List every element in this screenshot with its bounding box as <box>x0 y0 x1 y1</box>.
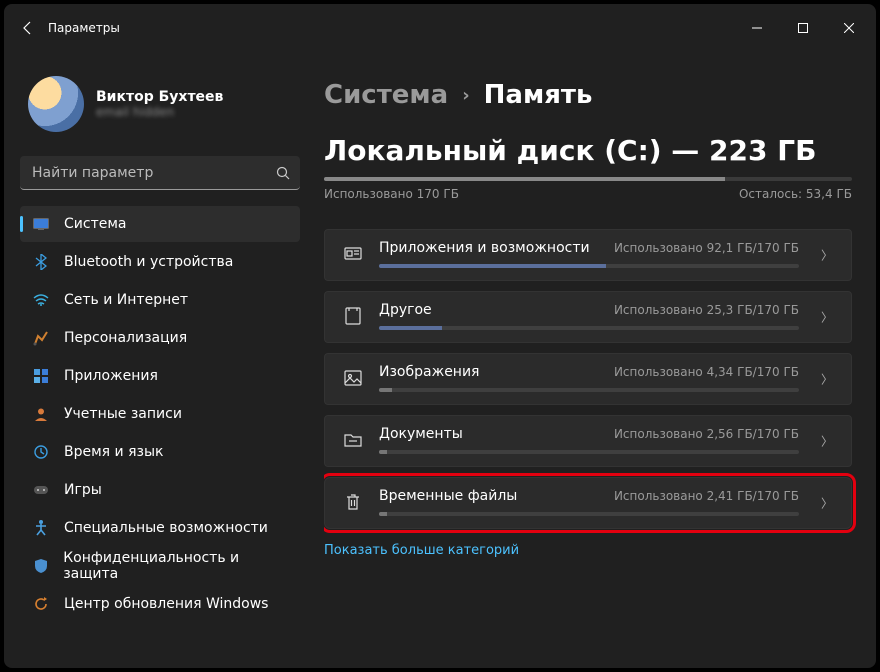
category-list: Приложения и возможности Использовано 92,… <box>324 229 852 529</box>
breadcrumb-current: Память <box>484 80 593 110</box>
disk-free-label: Осталось: 53,4 ГБ <box>739 187 852 201</box>
nav-item-personalization[interactable]: Персонализация <box>20 320 300 356</box>
category-usage: Использовано 92,1 ГБ/170 ГБ <box>614 241 799 255</box>
nav-item-label: Конфиденциальность и защита <box>63 550 288 582</box>
nav-item-label: Система <box>64 216 126 232</box>
other-icon <box>343 306 363 326</box>
minimize-button[interactable] <box>734 12 780 44</box>
nav-item-label: Игры <box>64 482 102 498</box>
nav-item-time[interactable]: Время и язык <box>20 434 300 470</box>
update-icon <box>32 595 50 613</box>
breadcrumb: Система › Память <box>324 80 852 110</box>
category-usage: Использовано 4,34 ГБ/170 ГБ <box>614 365 799 379</box>
user-name: Виктор Бухтеев <box>96 89 223 105</box>
category-bar <box>379 450 799 454</box>
bluetooth-icon <box>32 253 50 271</box>
chevron-right-icon: › <box>462 85 469 106</box>
breadcrumb-parent[interactable]: Система <box>324 80 448 110</box>
chevron-right-icon: 〉 <box>821 495 833 512</box>
window-title: Параметры <box>48 21 120 35</box>
category-usage: Использовано 25,3 ГБ/170 ГБ <box>614 303 799 317</box>
temp-icon <box>343 492 363 512</box>
disk-meta: Использовано 170 ГБ Осталось: 53,4 ГБ <box>324 187 852 201</box>
category-bar <box>379 326 799 330</box>
privacy-icon <box>32 557 49 575</box>
category-name: Другое <box>379 302 432 318</box>
nav-item-label: Специальные возможности <box>64 520 268 536</box>
images-icon <box>343 368 363 388</box>
category-images[interactable]: Изображения Использовано 4,34 ГБ/170 ГБ 〉 <box>324 353 852 405</box>
window-controls <box>734 12 872 44</box>
time-icon <box>32 443 50 461</box>
nav-item-label: Учетные записи <box>64 406 182 422</box>
category-apps-features[interactable]: Приложения и возможности Использовано 92,… <box>324 229 852 281</box>
category-temp[interactable]: Временные файлы Использовано 2,41 ГБ/170 … <box>324 477 852 529</box>
chevron-right-icon: 〉 <box>821 247 833 264</box>
nav-item-accounts[interactable]: Учетные записи <box>20 396 300 432</box>
search-input[interactable] <box>20 156 300 190</box>
disk-usage-fill <box>324 177 725 181</box>
nav-item-bluetooth[interactable]: Bluetooth и устройства <box>20 244 300 280</box>
nav-item-label: Персонализация <box>64 330 187 346</box>
sidebar: Виктор Бухтеев email hidden Система Bluet… <box>12 52 300 660</box>
category-other[interactable]: Другое Использовано 25,3 ГБ/170 ГБ 〉 <box>324 291 852 343</box>
close-button[interactable] <box>826 12 872 44</box>
category-bar <box>379 388 799 392</box>
nav-item-update[interactable]: Центр обновления Windows <box>20 586 300 622</box>
personalization-icon <box>32 329 50 347</box>
avatar <box>28 76 84 132</box>
show-more-link[interactable]: Показать больше категорий <box>324 543 519 558</box>
chevron-right-icon: 〉 <box>821 433 833 450</box>
nav-item-privacy[interactable]: Конфиденциальность и защита <box>20 548 300 584</box>
disk-used-label: Использовано 170 ГБ <box>324 187 459 201</box>
category-bar <box>379 512 799 516</box>
apps-icon <box>32 367 50 385</box>
chevron-right-icon: 〉 <box>821 309 833 326</box>
main: Система › Память Локальный диск (C:) — 2… <box>324 52 868 660</box>
documents-icon <box>343 430 363 450</box>
category-name: Документы <box>379 426 463 442</box>
category-usage: Использовано 2,56 ГБ/170 ГБ <box>614 427 799 441</box>
disk-title: Локальный диск (C:) — 223 ГБ <box>324 134 852 167</box>
user-block[interactable]: Виктор Бухтеев email hidden <box>20 52 300 156</box>
maximize-button[interactable] <box>780 12 826 44</box>
apps-features-icon <box>343 244 363 264</box>
category-name: Изображения <box>379 364 479 380</box>
disk-usage-bar <box>324 177 852 181</box>
nav-item-network[interactable]: Сеть и Интернет <box>20 282 300 318</box>
category-name: Приложения и возможности <box>379 240 590 256</box>
category-documents[interactable]: Документы Использовано 2,56 ГБ/170 ГБ 〉 <box>324 415 852 467</box>
nav-item-label: Сеть и Интернет <box>64 292 188 308</box>
category-usage: Использовано 2,41 ГБ/170 ГБ <box>614 489 799 503</box>
content: Виктор Бухтеев email hidden Система Bluet… <box>4 52 876 668</box>
category-name: Временные файлы <box>379 488 517 504</box>
accessibility-icon <box>32 519 50 537</box>
nav-item-label: Время и язык <box>64 444 163 460</box>
nav-item-label: Центр обновления Windows <box>64 596 268 612</box>
titlebar: Параметры <box>4 4 876 52</box>
nav-item-gaming[interactable]: Игры <box>20 472 300 508</box>
settings-window: Параметры Виктор Бухтеев email hidden <box>4 4 876 668</box>
nav-item-accessibility[interactable]: Специальные возможности <box>20 510 300 546</box>
network-icon <box>32 291 50 309</box>
chevron-right-icon: 〉 <box>821 371 833 388</box>
nav-item-label: Приложения <box>64 368 158 384</box>
nav-item-apps[interactable]: Приложения <box>20 358 300 394</box>
nav-item-system[interactable]: Система <box>20 206 300 242</box>
user-email: email hidden <box>96 105 223 119</box>
system-icon <box>32 215 50 233</box>
nav: Система Bluetooth и устройства Сеть и Инте… <box>20 206 300 622</box>
nav-item-label: Bluetooth и устройства <box>64 254 233 270</box>
back-button[interactable] <box>8 20 48 36</box>
search <box>20 156 300 190</box>
gaming-icon <box>32 481 50 499</box>
accounts-icon <box>32 405 50 423</box>
category-bar <box>379 264 799 268</box>
